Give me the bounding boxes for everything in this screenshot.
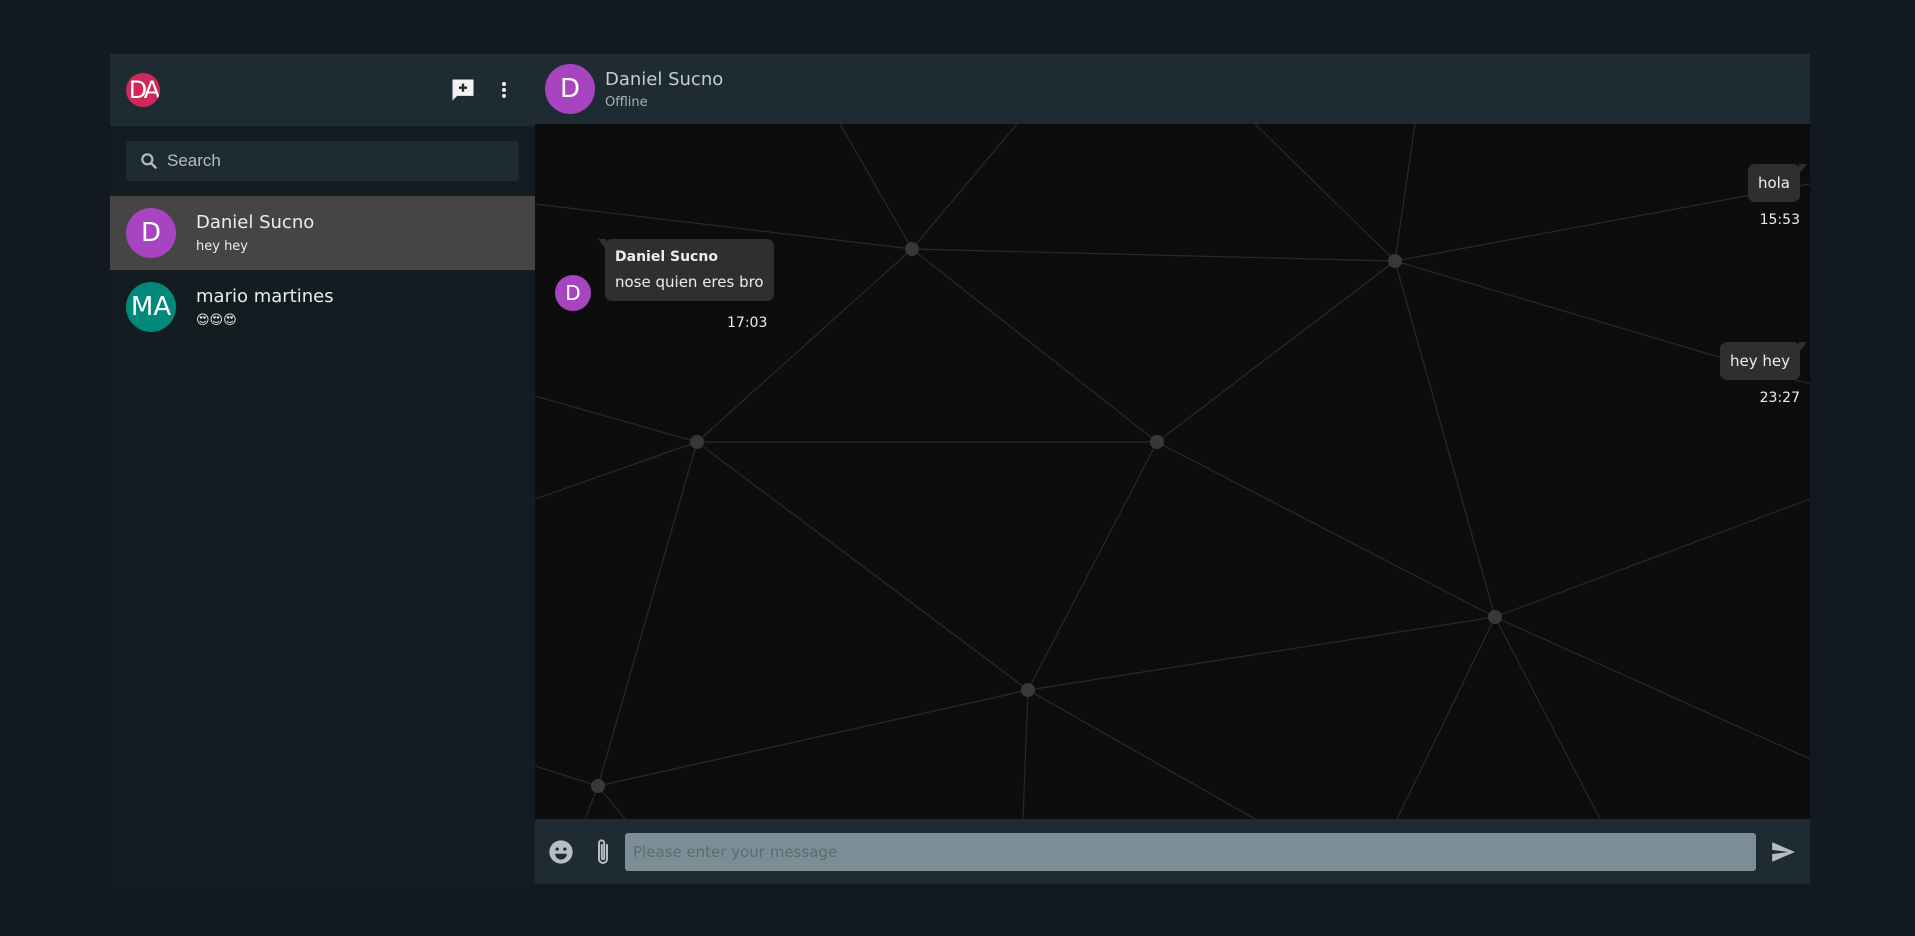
chat-item-daniel-sucno[interactable]: D Daniel Sucno hey hey xyxy=(110,196,535,270)
new-chat-icon xyxy=(452,79,474,101)
chat-app: DA Search D Daniel Sucno hey hey MA mari… xyxy=(110,54,1810,884)
search-input[interactable] xyxy=(167,151,507,171)
new-chat-button[interactable] xyxy=(449,76,477,104)
chat-name: Daniel Sucno xyxy=(196,212,315,233)
message-text: hola xyxy=(1757,174,1790,192)
header-actions xyxy=(449,76,509,104)
search-bar xyxy=(110,126,535,196)
search-icon xyxy=(141,153,157,169)
avatar: MA xyxy=(126,282,176,332)
contact-status: Offline xyxy=(605,94,648,110)
send-button[interactable] xyxy=(1768,839,1798,865)
contact-info: Daniel Sucno Offline xyxy=(605,69,723,110)
sidebar-header: DA xyxy=(110,54,535,126)
chat-name: mario martines xyxy=(196,286,334,307)
attach-button[interactable] xyxy=(595,837,611,867)
chat-preview: 😍😍😍 xyxy=(196,313,237,328)
more-vertical-icon xyxy=(502,82,506,98)
message-time: 17:03 xyxy=(727,315,768,331)
chat-info: Daniel Sucno hey hey xyxy=(196,212,314,254)
network-background xyxy=(535,124,1810,819)
chat-item-mario-martines[interactable]: MA mario martines 😍😍😍 xyxy=(110,270,535,344)
emoji-icon xyxy=(549,839,573,864)
avatar: D xyxy=(126,208,176,258)
emoji-button[interactable] xyxy=(547,838,575,866)
send-icon xyxy=(1772,841,1795,862)
message-text: nose quien eres bro xyxy=(615,273,764,291)
message-input[interactable] xyxy=(625,832,1756,871)
conversation-panel: D Daniel Sucno Offline hola 15:53 D Dani… xyxy=(535,54,1810,884)
conversation-header: D Daniel Sucno Offline xyxy=(535,54,1810,124)
chat-list: D Daniel Sucno hey hey MA mario martines… xyxy=(110,196,535,884)
chat-preview: hey hey xyxy=(196,239,248,254)
paperclip-icon xyxy=(598,838,608,864)
message-area[interactable]: hola 15:53 D Daniel Sucno nose quien ere… xyxy=(535,124,1810,819)
message-bubble-incoming[interactable]: Daniel Sucno nose quien eres bro xyxy=(598,239,774,301)
chat-info: mario martines 😍😍😍 xyxy=(196,286,334,328)
search-box xyxy=(126,141,519,181)
message-text: hey hey xyxy=(1730,352,1790,370)
message-bubble-outgoing[interactable]: hey hey xyxy=(1720,342,1807,380)
contact-avatar[interactable]: D xyxy=(545,64,595,114)
contact-name: Daniel Sucno xyxy=(605,68,724,90)
message-bubble-outgoing[interactable]: hola xyxy=(1747,164,1808,202)
message-sender: Daniel Sucno xyxy=(615,249,718,265)
menu-button[interactable] xyxy=(499,79,509,101)
message-time: 23:27 xyxy=(1759,390,1800,406)
sidebar: DA Search D Daniel Sucno hey hey MA mari… xyxy=(110,54,535,884)
message-composer xyxy=(535,819,1810,884)
user-avatar[interactable]: DA xyxy=(126,73,160,107)
message-time: 15:53 xyxy=(1759,212,1800,228)
sender-avatar[interactable]: D xyxy=(555,275,591,311)
